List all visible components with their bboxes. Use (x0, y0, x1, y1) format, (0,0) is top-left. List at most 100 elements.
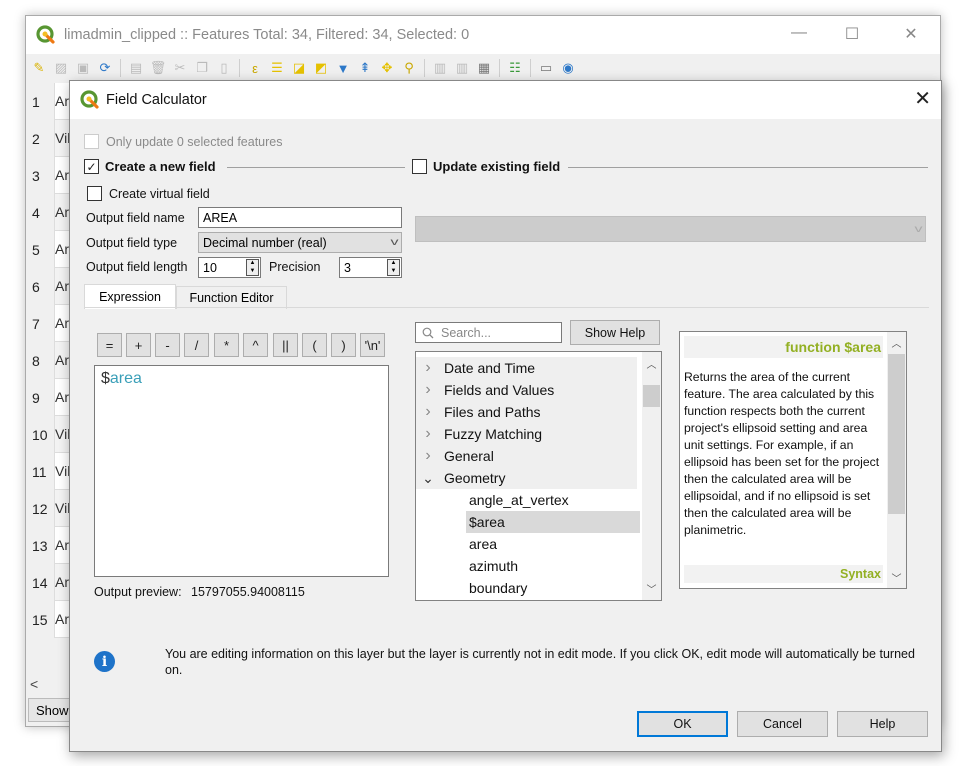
existing-field-select[interactable]: v (415, 216, 926, 242)
spin-arrows-icon[interactable]: ▲ ▼ (246, 259, 259, 276)
tree-function-item[interactable]: angle_at_vertex (466, 489, 640, 511)
function-tree[interactable]: › Date and Time › Fields and Values › Files a… (415, 351, 662, 601)
output-field-length-spinbox[interactable]: 10 ▲ ▼ (198, 257, 261, 278)
tree-group[interactable]: › Files and Paths (416, 401, 637, 423)
tree-group[interactable]: › General (416, 445, 637, 467)
expression-editor[interactable]: $area (94, 365, 389, 577)
update-existing-field-checkbox[interactable] (412, 159, 427, 174)
tree-function-item[interactable]: area (466, 533, 640, 555)
table-row[interactable]: 14Arro (26, 564, 74, 601)
actions-icon[interactable]: ◉ (559, 59, 577, 77)
conditional-formatting-icon[interactable]: ☷ (506, 59, 524, 77)
operator-button[interactable]: = (97, 333, 122, 357)
chevron-right-icon[interactable]: › (416, 381, 440, 399)
table-row[interactable]: 4Arro (26, 194, 74, 231)
select-by-expression-icon[interactable]: ε (246, 59, 264, 77)
move-selection-top-icon[interactable]: ⇞ (356, 59, 374, 77)
tab-function-editor[interactable]: Function Editor (176, 286, 287, 309)
tree-scrollbar-thumb[interactable] (643, 385, 660, 407)
output-field-type-select[interactable]: Decimal number (real) v (198, 232, 402, 253)
help-button[interactable]: Help (837, 711, 928, 737)
tree-function-item[interactable]: boundary (466, 577, 640, 599)
pan-to-selection-icon[interactable]: ✥ (378, 59, 396, 77)
new-field-icon[interactable]: ▥ (431, 59, 449, 77)
invert-selection-icon[interactable]: ◪ (290, 59, 308, 77)
table-row[interactable]: 3Arro (26, 157, 74, 194)
spin-arrows-icon[interactable]: ▲ ▼ (387, 259, 400, 276)
table-row[interactable]: 13Arro (26, 527, 74, 564)
table-row[interactable]: 5Arro (26, 231, 74, 268)
output-field-name-input[interactable]: AREA (198, 207, 402, 228)
maximize-button[interactable]: ☐ (829, 24, 875, 44)
tree-group[interactable]: › Fields and Values (416, 379, 637, 401)
table-row[interactable]: 1Arro (26, 83, 74, 120)
chevron-right-icon[interactable]: › (416, 403, 440, 421)
create-virtual-field-checkbox[interactable] (87, 186, 102, 201)
operator-button[interactable]: / (184, 333, 209, 357)
help-scrollbar-thumb[interactable] (888, 354, 905, 514)
toggle-multi-edit-icon[interactable]: ▨ (52, 59, 70, 77)
operator-button[interactable]: * (214, 333, 239, 357)
tree-group[interactable]: › Fuzzy Matching (416, 423, 637, 445)
create-new-field-option[interactable]: ✓ Create a new field (84, 159, 216, 174)
update-existing-field-option[interactable]: Update existing field (412, 159, 560, 174)
close-window-button[interactable]: ✕ (888, 24, 934, 44)
table-row[interactable]: 9Arro (26, 379, 74, 416)
table-row[interactable]: 6Arro (26, 268, 74, 305)
delete-feature-icon[interactable]: 🗑 (149, 59, 167, 77)
operator-button[interactable]: || (273, 333, 298, 357)
tree-scrollbar[interactable]: ︿ ﹀ (642, 352, 661, 600)
precision-spinbox[interactable]: 3 ▲ ▼ (339, 257, 402, 278)
create-new-field-checkbox[interactable]: ✓ (84, 159, 99, 174)
cancel-button[interactable]: Cancel (737, 711, 828, 737)
operator-button[interactable]: + (126, 333, 151, 357)
delete-field-icon[interactable]: ▥ (453, 59, 471, 77)
toggle-edit-icon[interactable]: ✎ (30, 59, 48, 77)
tree-function-item[interactable]: azimuth (466, 555, 640, 577)
operator-button[interactable]: '\n' (360, 333, 385, 357)
table-row[interactable]: 12Ville (26, 490, 74, 527)
tree-group[interactable]: ⌄ Geometry (416, 467, 637, 489)
save-edits-icon[interactable]: ▣ (74, 59, 92, 77)
table-row[interactable]: 7Arro (26, 305, 74, 342)
chevron-right-icon[interactable]: › (416, 359, 440, 377)
paste-icon[interactable]: ▯ (215, 59, 233, 77)
add-feature-icon[interactable]: ▤ (127, 59, 145, 77)
copy-icon[interactable]: ❐ (193, 59, 211, 77)
tree-group[interactable]: › Date and Time (416, 357, 637, 379)
table-row[interactable]: 2Ville (26, 120, 74, 157)
operator-button[interactable]: ^ (243, 333, 268, 357)
tab-expression[interactable]: Expression (84, 284, 176, 309)
table-row[interactable]: 11Ville (26, 453, 74, 490)
zoom-to-selection-icon[interactable]: ⚲ (400, 59, 418, 77)
deselect-all-icon[interactable]: ◩ (312, 59, 330, 77)
show-help-button[interactable]: Show Help (570, 320, 660, 345)
ok-button[interactable]: OK (637, 711, 728, 737)
chevron-right-icon[interactable]: › (416, 447, 440, 465)
scroll-up-icon[interactable]: ︿ (887, 335, 906, 350)
table-row[interactable]: 10Ville (26, 416, 74, 453)
help-scrollbar[interactable]: ︿ ﹀ (887, 332, 906, 588)
operator-button[interactable]: ( (302, 333, 327, 357)
select-all-icon[interactable]: ☰ (268, 59, 286, 77)
table-row[interactable]: 8Arro (26, 342, 74, 379)
dialog-close-button[interactable]: ✕ (914, 89, 931, 109)
operator-button[interactable]: ) (331, 333, 356, 357)
only-update-selected-option[interactable]: Only update 0 selected features (84, 134, 283, 149)
function-search-input[interactable]: Search... (415, 322, 562, 343)
cut-icon[interactable]: ✂ (171, 59, 189, 77)
scroll-down-icon[interactable]: ﹀ (887, 570, 906, 585)
tree-function-item[interactable]: $area (466, 511, 640, 533)
scroll-down-icon[interactable]: ﹀ (642, 581, 661, 596)
chevron-down-icon[interactable]: ⌄ (416, 470, 440, 487)
operator-button[interactable]: - (155, 333, 180, 357)
create-virtual-field-option[interactable]: Create virtual field (87, 186, 210, 201)
scroll-up-icon[interactable]: ︿ (642, 356, 661, 371)
scroll-left-arrow[interactable]: < (30, 676, 38, 692)
filter-select-icon[interactable]: ▼ (334, 59, 352, 77)
chevron-right-icon[interactable]: › (416, 425, 440, 443)
field-calculator-icon[interactable]: ▦ (475, 59, 493, 77)
table-row[interactable]: 15Arro (26, 601, 74, 638)
reload-icon[interactable]: ⟳ (96, 59, 114, 77)
dock-table-icon[interactable]: ▭ (537, 59, 555, 77)
